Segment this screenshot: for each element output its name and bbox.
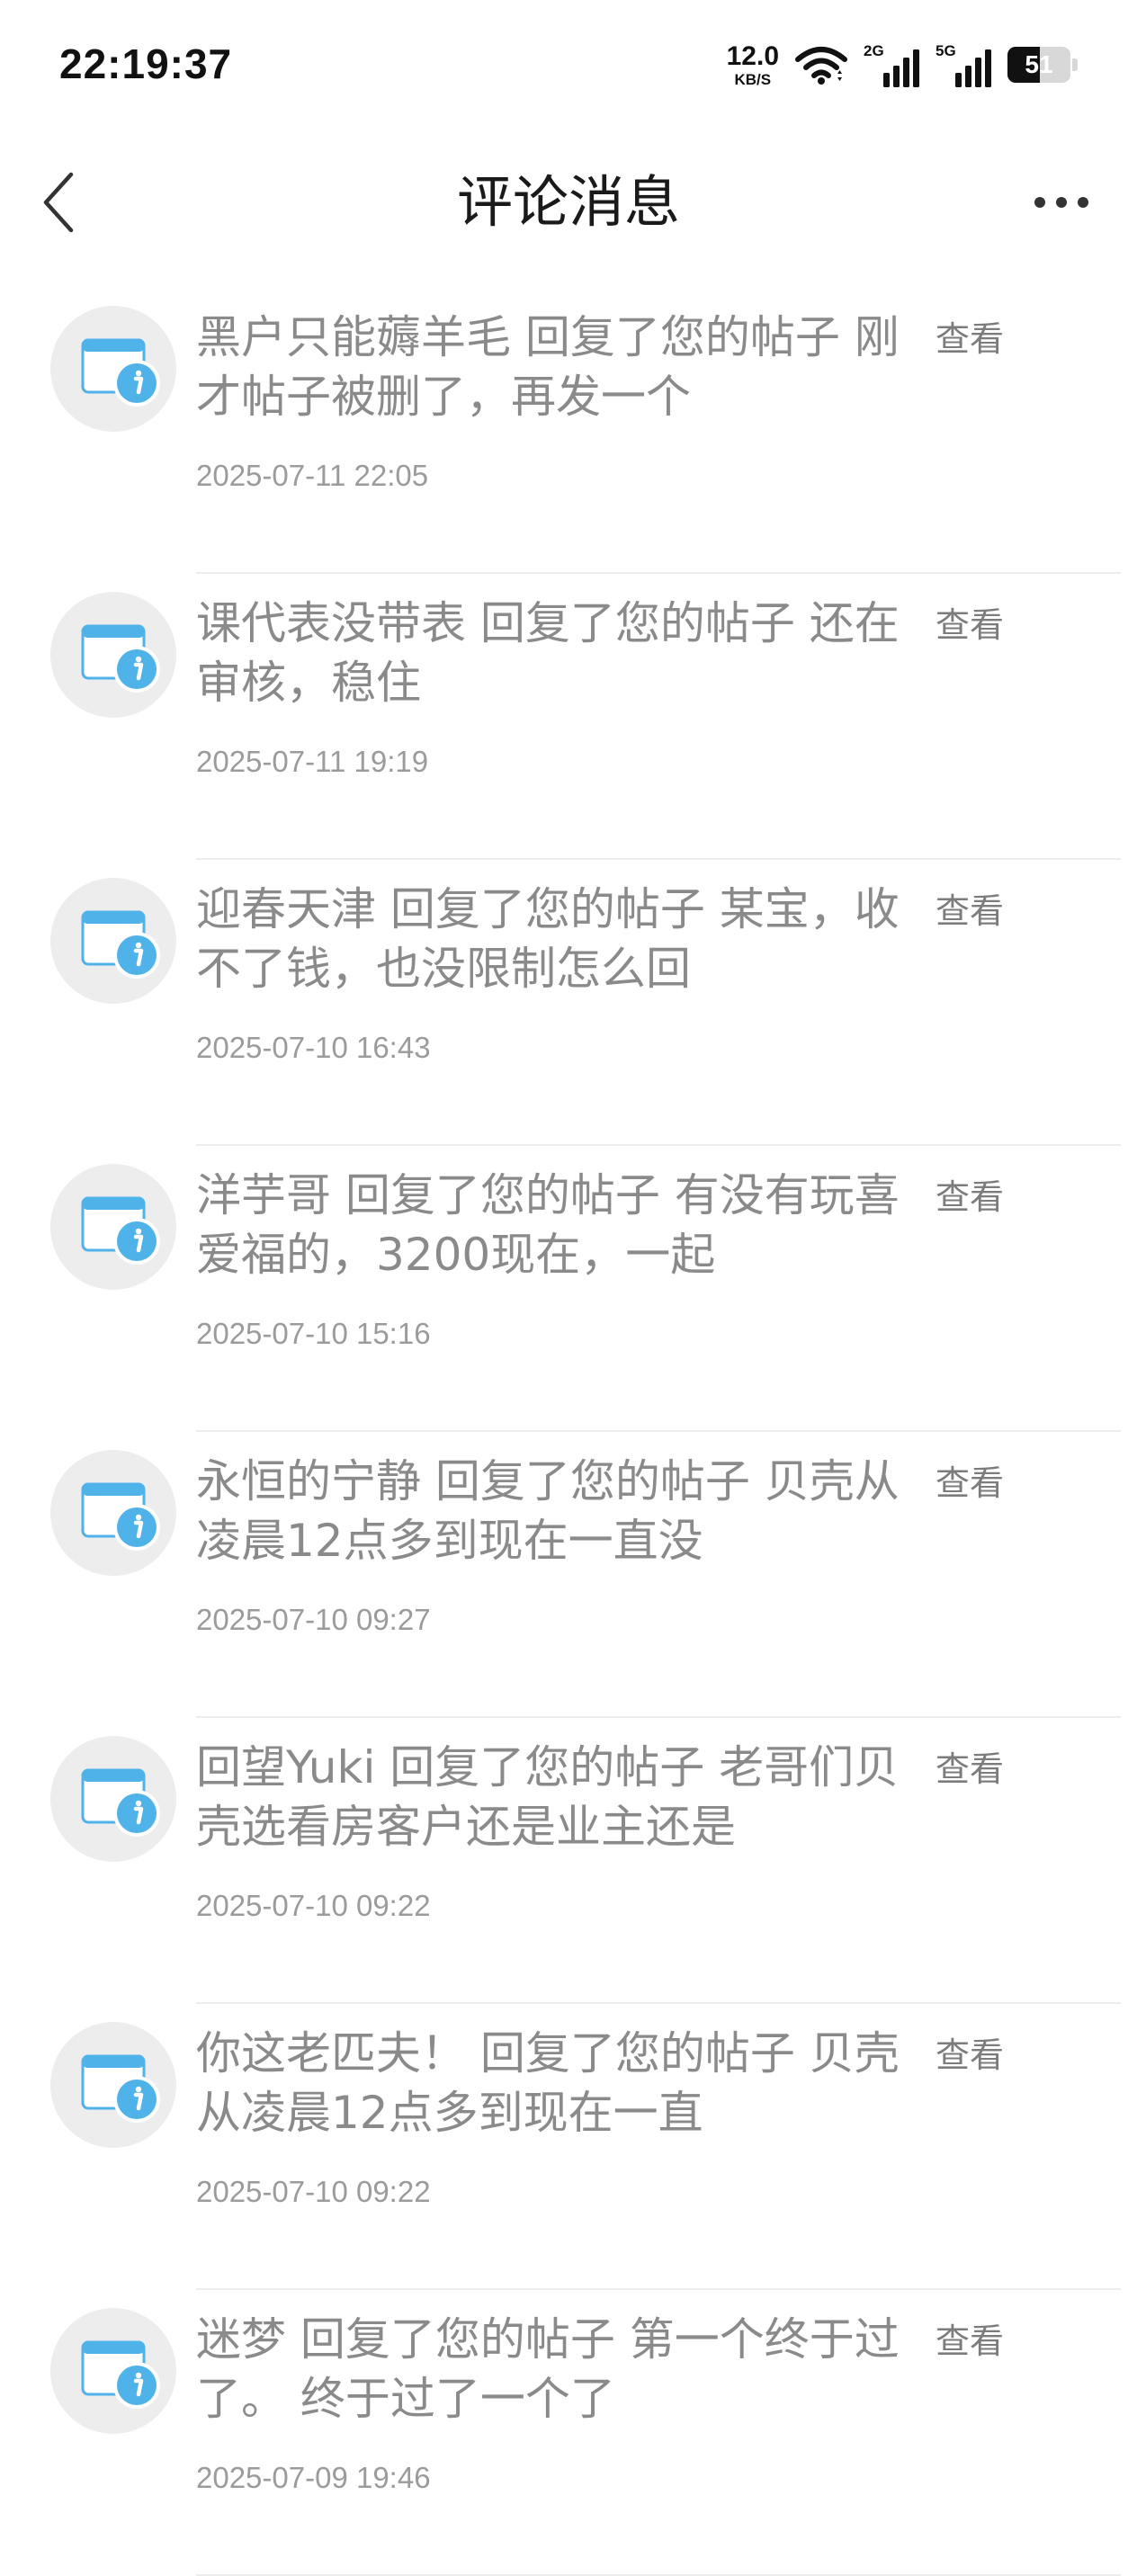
view-button[interactable]: 查看 [936, 883, 1004, 933]
battery-icon: 51 [1007, 47, 1078, 83]
view-button[interactable]: 查看 [936, 1455, 1004, 1505]
network-speed-unit: KB/S [734, 70, 772, 88]
signal-bars-icon [955, 49, 991, 87]
message-text: 洋芋哥 回复了您的帖子 有没有玩喜爱福的，3200现在，一起 [196, 1169, 900, 1281]
avatar [50, 1164, 176, 1290]
info-notification-icon [81, 1768, 160, 1837]
message-text: 永恒的宁静 回复了您的帖子 贝壳从凌晨12点多到现在一直没 [196, 1455, 900, 1567]
view-button[interactable]: 查看 [936, 311, 1004, 361]
message-item[interactable]: 永恒的宁静 回复了您的帖子 贝壳从凌晨12点多到现在一直没 2025-07-10… [0, 1432, 1137, 1718]
more-button[interactable] [1007, 162, 1115, 243]
avatar [50, 306, 176, 432]
avatar [50, 2308, 176, 2434]
message-item[interactable]: 回望Yuki 回复了您的帖子 老哥们贝壳选看房客户还是业主还是 2025-07-… [0, 1718, 1137, 2004]
info-notification-icon [81, 1482, 160, 1551]
signal-sim2: 5G [936, 42, 991, 87]
info-notification-icon [81, 1196, 160, 1265]
view-button[interactable]: 查看 [936, 2027, 1004, 2077]
message-item[interactable]: 迎春天津 回复了您的帖子 某宝，收不了钱，也没限制怎么回 2025-07-10 … [0, 860, 1137, 1146]
message-time: 2025-07-09 19:46 [196, 2461, 431, 2494]
message-text: 你这老匹夫！ 回复了您的帖子 贝壳从凌晨12点多到现在一直 [196, 2027, 900, 2139]
network-speed-value: 12.0 [726, 40, 779, 71]
info-notification-icon [81, 338, 160, 407]
message-text: 迎春天津 回复了您的帖子 某宝，收不了钱，也没限制怎么回 [196, 883, 900, 995]
message-list: 黑户只能薅羊毛 回复了您的帖子 刚才帖子被删了，再发一个 2025-07-11 … [0, 288, 1137, 2576]
view-button[interactable]: 查看 [936, 2313, 1004, 2363]
status-bar: 22:19:37 12.0 KB/S 2G 5G 51 [0, 0, 1137, 135]
message-item[interactable]: 课代表没带表 回复了您的帖子 还在审核，稳住 2025-07-11 19:19 … [0, 574, 1137, 860]
message-text: 迷梦 回复了您的帖子 第一个终于过了。 终于过了一个了 [196, 2313, 900, 2425]
info-notification-icon [81, 2054, 160, 2123]
message-time: 2025-07-10 15:16 [196, 1317, 431, 1350]
view-button[interactable]: 查看 [936, 1169, 1004, 1219]
avatar [50, 592, 176, 718]
signal-sim1-type: 2G [864, 42, 884, 59]
signal-sim2-type: 5G [936, 42, 956, 59]
message-item[interactable]: 你这老匹夫！ 回复了您的帖子 贝壳从凌晨12点多到现在一直 2025-07-10… [0, 2004, 1137, 2290]
status-icons: 12.0 KB/S 2G 5G 51 [727, 40, 1078, 90]
view-button[interactable]: 查看 [936, 597, 1004, 647]
wifi-icon [795, 47, 847, 85]
message-item[interactable]: 黑户只能薅羊毛 回复了您的帖子 刚才帖子被删了，再发一个 2025-07-11 … [0, 288, 1137, 574]
info-notification-icon [81, 910, 160, 979]
battery-level: 51 [1025, 50, 1053, 78]
message-time: 2025-07-10 09:22 [196, 1889, 431, 1922]
avatar [50, 1736, 176, 1862]
message-text: 黑户只能薅羊毛 回复了您的帖子 刚才帖子被删了，再发一个 [196, 311, 900, 423]
more-dots-icon [1034, 197, 1088, 208]
signal-bars-icon [883, 49, 919, 87]
network-speed: 12.0 KB/S [726, 40, 779, 88]
message-time: 2025-07-11 22:05 [196, 459, 429, 492]
message-text: 课代表没带表 回复了您的帖子 还在审核，稳住 [196, 597, 900, 709]
header: 评论消息 [0, 135, 1137, 270]
avatar [50, 2022, 176, 2148]
message-item[interactable]: 洋芋哥 回复了您的帖子 有没有玩喜爱福的，3200现在，一起 2025-07-1… [0, 1146, 1137, 1432]
message-item[interactable]: 迷梦 回复了您的帖子 第一个终于过了。 终于过了一个了 2025-07-09 1… [0, 2290, 1137, 2576]
message-time: 2025-07-10 09:22 [196, 2175, 431, 2208]
message-time: 2025-07-10 16:43 [196, 1031, 431, 1064]
clock: 22:19:37 [59, 40, 233, 87]
message-text: 回望Yuki 回复了您的帖子 老哥们贝壳选看房客户还是业主还是 [196, 1741, 900, 1853]
info-notification-icon [81, 624, 160, 693]
info-notification-icon [81, 2340, 160, 2409]
page-title: 评论消息 [456, 169, 680, 235]
avatar [50, 878, 176, 1004]
message-time: 2025-07-10 09:27 [196, 1603, 431, 1636]
message-time: 2025-07-11 19:19 [196, 745, 429, 778]
signal-sim1: 2G [864, 42, 919, 87]
avatar [50, 1450, 176, 1576]
view-button[interactable]: 查看 [936, 1741, 1004, 1791]
